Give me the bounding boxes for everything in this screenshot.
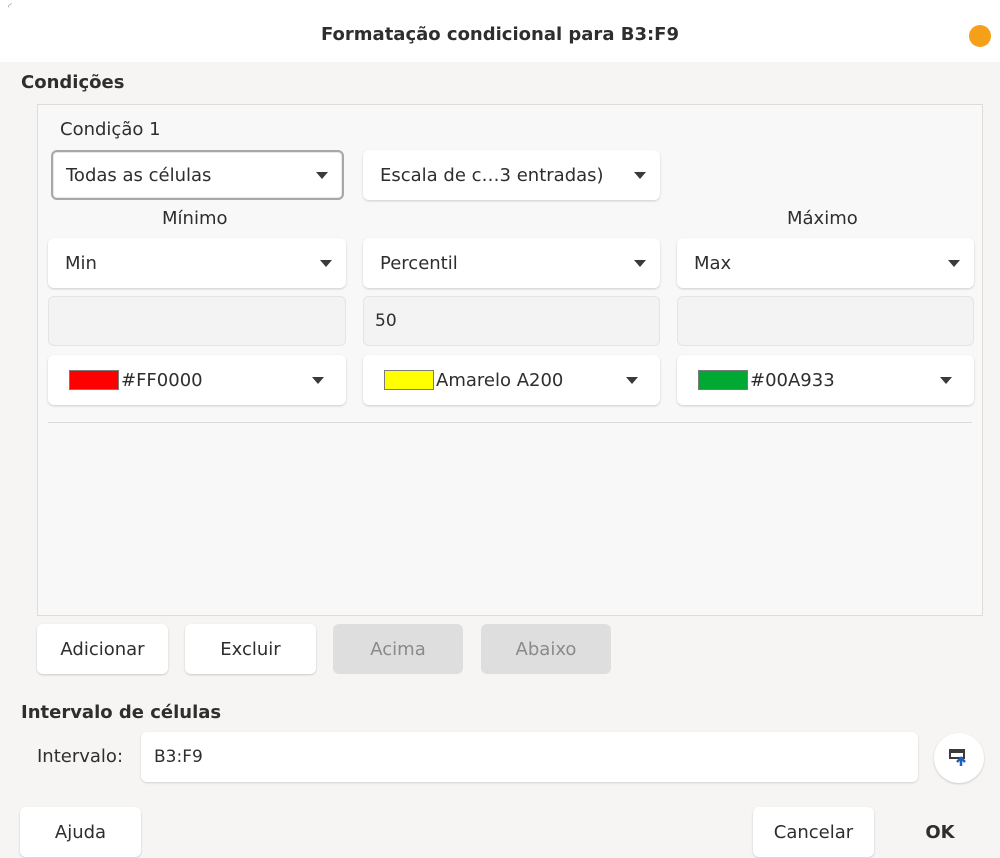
help-button[interactable]: Ajuda (20, 807, 141, 857)
shrink-dialog-button[interactable] (934, 733, 984, 783)
condition-entry: Condição 1 Todas as células Escala de c…… (48, 105, 974, 423)
style-type-value: Escala de c…3 entradas) (380, 164, 604, 186)
min-column-heading: Mínimo (162, 208, 228, 229)
style-type-dropdown[interactable]: Escala de c…3 entradas) (363, 150, 660, 200)
min-type-dropdown[interactable]: Min (48, 238, 346, 288)
max-color-dropdown[interactable]: #00A933 (677, 355, 974, 405)
add-condition-button[interactable]: Adicionar (37, 624, 168, 674)
chevron-down-icon (634, 260, 646, 267)
min-color-swatch (69, 370, 119, 390)
mid-type-value: Percentil (380, 252, 458, 274)
move-down-button[interactable]: Abaixo (481, 624, 611, 674)
window-title: Formatação condicional para B3:F9 (320, 24, 679, 45)
chevron-down-icon (312, 377, 324, 384)
chevron-down-icon (320, 260, 332, 267)
chevron-down-icon (940, 377, 952, 384)
cell-range-section-title: Intervalo de células (21, 702, 222, 723)
max-color-label: #00A933 (750, 369, 835, 391)
mid-value-field[interactable]: 50 (363, 296, 660, 346)
window-corner-glyph: ◜ (8, 2, 12, 13)
chevron-down-icon (634, 172, 646, 179)
range-input[interactable]: B3:F9 (141, 732, 918, 782)
remove-condition-button[interactable]: Excluir (185, 624, 316, 674)
conditions-section-title: Condições (21, 72, 125, 93)
close-window-button[interactable] (969, 25, 991, 47)
move-up-button[interactable]: Acima (333, 624, 463, 674)
chevron-down-icon (626, 377, 638, 384)
mid-type-dropdown[interactable]: Percentil (363, 238, 660, 288)
condition-label: Condição 1 (60, 119, 161, 140)
chevron-down-icon (948, 260, 960, 267)
shrink-icon (949, 749, 966, 766)
apply-to-value: Todas as células (66, 164, 212, 186)
max-type-value: Max (694, 252, 732, 274)
ok-button[interactable]: OK (880, 807, 1000, 857)
range-label: Intervalo: (37, 746, 124, 767)
max-type-dropdown[interactable]: Max (677, 238, 974, 288)
min-color-label: #FF0000 (121, 369, 203, 391)
min-type-value: Min (65, 252, 97, 274)
conditions-list: Condição 1 Todas as células Escala de c…… (37, 104, 983, 616)
max-value-field[interactable] (677, 296, 974, 346)
mid-color-dropdown[interactable]: Amarelo A200 (363, 355, 660, 405)
cancel-button[interactable]: Cancelar (753, 807, 874, 857)
title-bar: ◜ Formatação condicional para B3:F9 (0, 0, 1000, 62)
max-column-heading: Máximo (787, 208, 858, 229)
apply-to-dropdown[interactable]: Todas as células (51, 150, 344, 200)
mid-color-swatch (384, 370, 434, 390)
chevron-down-icon (316, 172, 328, 179)
min-color-dropdown[interactable]: #FF0000 (48, 355, 346, 405)
mid-color-label: Amarelo A200 (436, 369, 564, 391)
min-value-field[interactable] (48, 296, 346, 346)
max-color-swatch (698, 370, 748, 390)
